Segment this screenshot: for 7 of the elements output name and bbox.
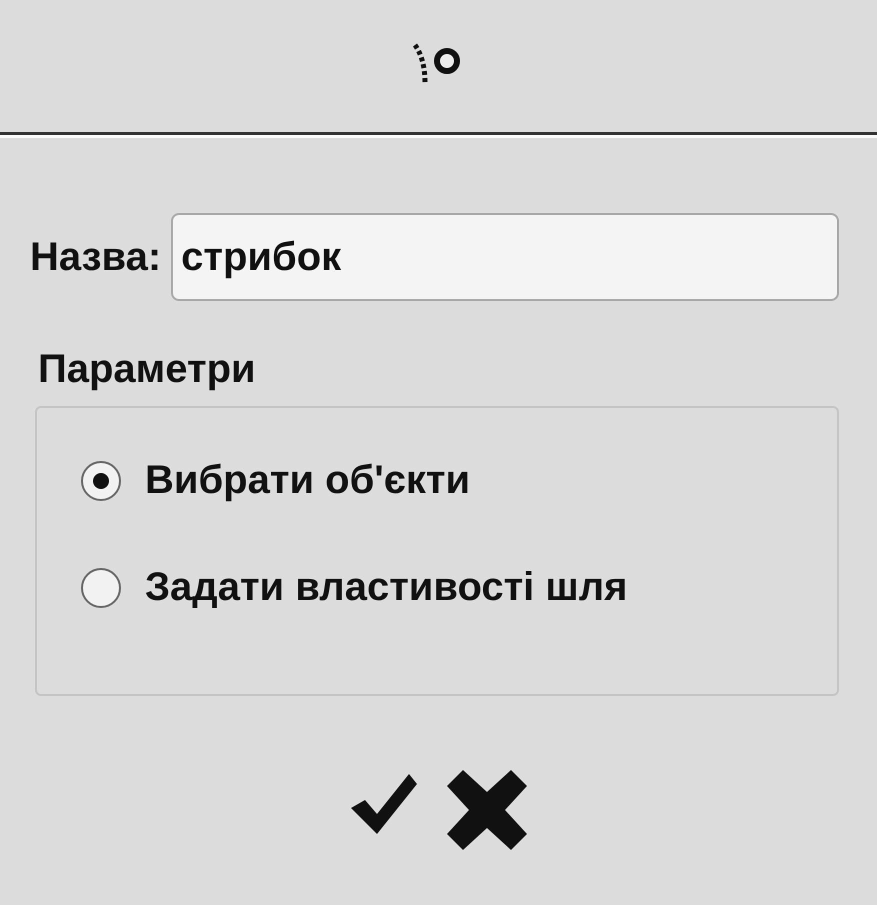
parameters-title: Параметри <box>38 347 256 392</box>
option-label[interactable]: Задати властивості шля <box>145 565 628 610</box>
radio-button[interactable] <box>81 568 121 608</box>
name-label: Назва: <box>30 234 162 280</box>
name-field[interactable]: стрибок <box>171 213 839 301</box>
option-label[interactable]: Вибрати об'єкти <box>145 458 470 503</box>
radio-button[interactable] <box>81 460 121 500</box>
